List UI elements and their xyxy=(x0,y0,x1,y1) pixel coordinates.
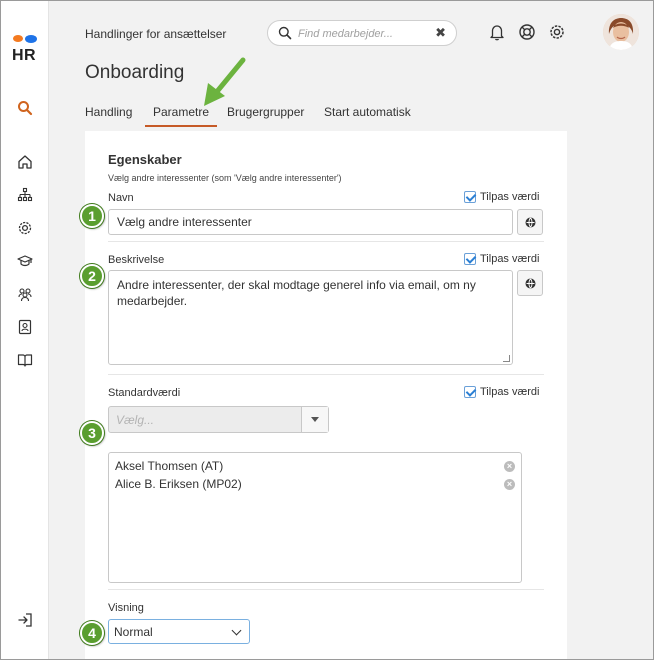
tab-start-automatisk[interactable]: Start automatisk xyxy=(324,105,411,119)
description-textarea[interactable]: Andre interessenter, der skal modtage ge… xyxy=(108,270,513,365)
clear-icon[interactable]: ✖ xyxy=(435,25,446,41)
remove-item-icon[interactable]: × xyxy=(504,479,515,490)
description-tilpas-checkbox[interactable]: Tilpas værdi xyxy=(464,253,540,265)
search-icon[interactable] xyxy=(16,99,34,117)
hr-logo[interactable]: HR xyxy=(11,31,41,65)
app-frame: HR Handlinger for ansættelser Find medar… xyxy=(0,0,654,660)
annotation-badge-1: 1 xyxy=(80,204,104,228)
logo-blue-dot xyxy=(25,35,37,43)
graduation-cap-icon[interactable] xyxy=(16,252,34,270)
select-placeholder: Vælg... xyxy=(116,413,155,427)
selected-values-list: Aksel Thomsen (AT) × Alice B. Eriksen (M… xyxy=(108,452,522,583)
description-translate-button[interactable] xyxy=(517,270,543,296)
employee-search[interactable]: ✖ xyxy=(267,20,457,46)
view-select-value: Normal xyxy=(114,625,153,639)
section-hint: Vælg andre interessenter (som 'Vælg andr… xyxy=(108,173,342,183)
tab-parametre[interactable]: Parametre xyxy=(145,105,218,127)
annotation-badge-4: 4 xyxy=(80,621,104,645)
view-label: Visning xyxy=(108,602,144,614)
name-tilpas-checkbox[interactable]: Tilpas værdi xyxy=(464,191,540,203)
bell-icon[interactable] xyxy=(488,23,506,41)
properties-panel: Egenskaber Vælg andre interessenter (som… xyxy=(85,131,567,659)
divider xyxy=(108,241,544,242)
logout-icon[interactable] xyxy=(16,611,34,629)
divider xyxy=(108,589,544,590)
section-title: Egenskaber xyxy=(108,152,182,167)
user-avatar[interactable] xyxy=(603,14,639,50)
list-item: Aksel Thomsen (AT) × xyxy=(115,459,515,475)
breadcrumb-subtitle: Handlinger for ansættelser xyxy=(85,27,227,41)
sidebar: HR xyxy=(1,1,49,659)
annotation-badge-3: 3 xyxy=(80,421,104,445)
tab-handling[interactable]: Handling xyxy=(85,105,132,119)
checkbox-checked-icon xyxy=(464,386,476,398)
list-item: Alice B. Eriksen (MP02) × xyxy=(115,477,515,493)
description-label: Beskrivelse xyxy=(108,254,165,266)
globe-icon xyxy=(525,278,535,288)
settings-gear-icon[interactable] xyxy=(548,23,566,41)
globe-icon xyxy=(525,217,535,227)
name-input[interactable]: Vælg andre interessenter xyxy=(108,209,513,235)
annotation-arrow xyxy=(204,57,246,106)
resize-grip-icon[interactable] xyxy=(503,355,510,362)
help-lifebuoy-icon[interactable] xyxy=(518,23,536,41)
book-icon[interactable] xyxy=(16,351,34,369)
caret-down-icon xyxy=(311,417,319,422)
org-chart-icon[interactable] xyxy=(16,186,34,204)
page-title: Onboarding xyxy=(85,62,185,83)
list-item-text: Aksel Thomsen (AT) xyxy=(115,459,224,473)
default-value-select[interactable]: Vælg... xyxy=(108,406,329,433)
view-select[interactable]: Normal xyxy=(108,619,250,644)
page-header: Handlinger for ansættelser ✖ Onboarding … xyxy=(49,1,653,131)
chevron-down-icon xyxy=(231,625,242,636)
name-label: Navn xyxy=(108,192,134,204)
tilpas-label: Tilpas værdi xyxy=(480,191,540,203)
default-value-label: Standardværdi xyxy=(108,387,181,399)
search-input[interactable] xyxy=(298,25,428,42)
description-text: Andre interessenter, der skal modtage ge… xyxy=(117,278,476,308)
tilpas-label: Tilpas værdi xyxy=(480,253,540,265)
home-icon[interactable] xyxy=(16,153,34,171)
select-caret-button[interactable] xyxy=(301,407,328,432)
name-translate-button[interactable] xyxy=(517,209,543,235)
remove-item-icon[interactable]: × xyxy=(504,461,515,472)
checkbox-checked-icon xyxy=(464,253,476,265)
gear-icon[interactable] xyxy=(16,219,34,237)
id-badge-icon[interactable] xyxy=(16,318,34,336)
annotation-badge-2: 2 xyxy=(80,264,104,288)
logo-text: HR xyxy=(12,47,37,64)
divider xyxy=(108,374,544,375)
users-group-icon[interactable] xyxy=(16,285,34,303)
tilpas-label: Tilpas værdi xyxy=(480,386,540,398)
search-icon xyxy=(278,26,292,40)
checkbox-checked-icon xyxy=(464,191,476,203)
logo-orange-dot xyxy=(13,35,23,42)
default-value-tilpas-checkbox[interactable]: Tilpas værdi xyxy=(464,386,540,398)
list-item-text: Alice B. Eriksen (MP02) xyxy=(115,477,242,491)
